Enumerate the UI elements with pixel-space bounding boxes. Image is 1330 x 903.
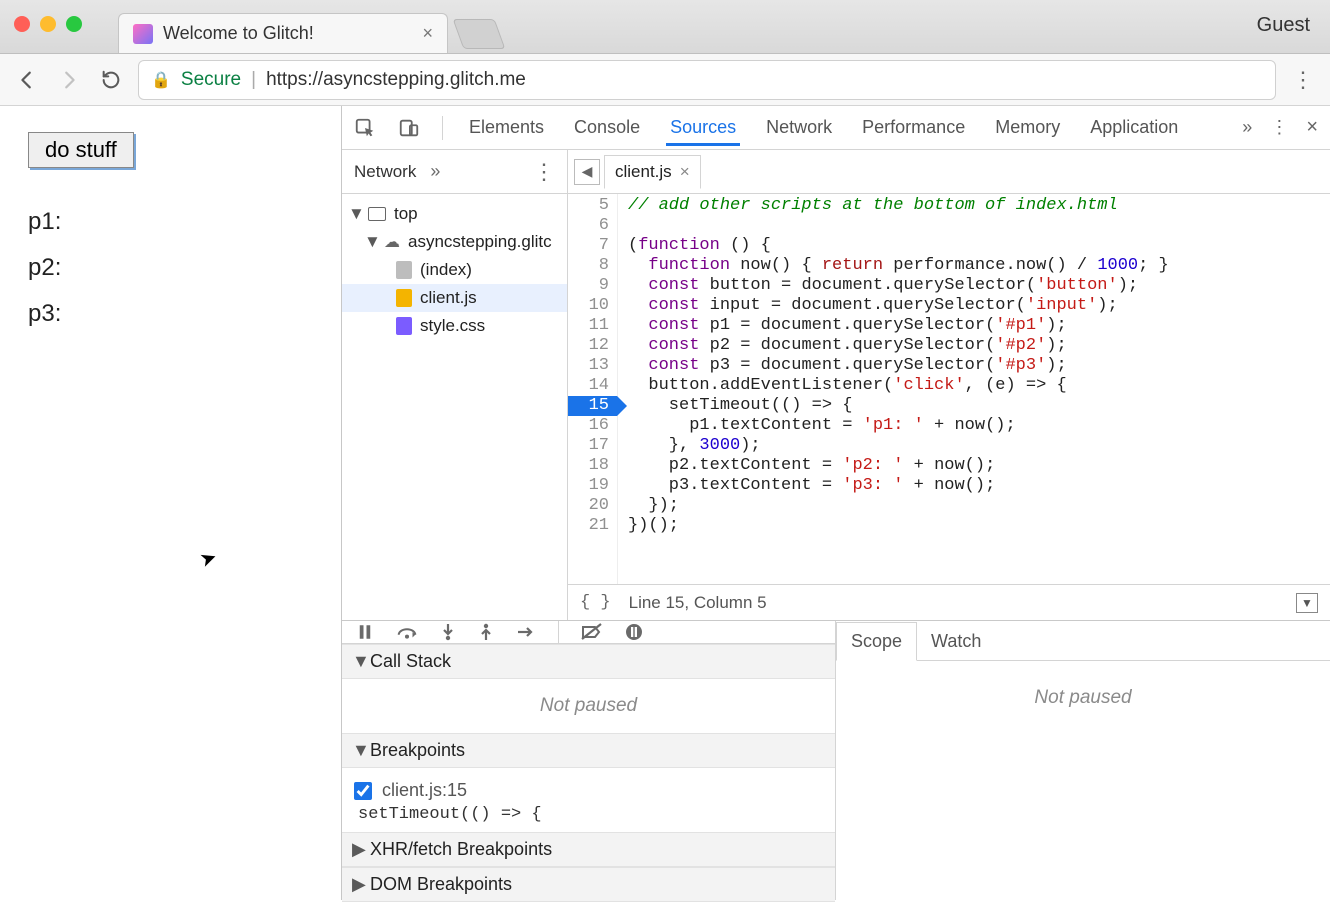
debugger-drawer: ▼Call Stack Not paused ▼Breakpoints clie… <box>342 620 1330 900</box>
window-titlebar: Welcome to Glitch! × Guest <box>0 0 1330 54</box>
watch-tab[interactable]: Watch <box>917 623 995 660</box>
pause-on-exceptions-button[interactable] <box>625 623 643 641</box>
deactivate-breakpoints-button[interactable] <box>581 623 603 641</box>
devtools-panel: Elements Console Sources Network Perform… <box>342 106 1330 900</box>
secure-label: Secure <box>181 69 241 91</box>
browser-tab[interactable]: Welcome to Glitch! × <box>118 13 448 53</box>
xhr-breakpoints-header[interactable]: ▶XHR/fetch Breakpoints <box>342 832 835 867</box>
step-out-button[interactable] <box>478 623 494 641</box>
tab-console[interactable]: Console <box>570 109 644 146</box>
call-stack-header[interactable]: ▼Call Stack <box>342 644 835 679</box>
new-tab-button[interactable] <box>453 19 506 49</box>
tab-memory[interactable]: Memory <box>991 109 1064 146</box>
scope-state: Not paused <box>836 661 1330 900</box>
tab-elements[interactable]: Elements <box>465 109 548 146</box>
tab-network[interactable]: Network <box>762 109 836 146</box>
editor-tab-clientjs[interactable]: client.js × <box>604 155 701 189</box>
more-tabs-button[interactable]: » <box>1242 117 1252 138</box>
p3-text: p3: <box>28 300 313 328</box>
breakpoint-code-preview: setTimeout(() => { <box>354 805 823 824</box>
file-icon <box>396 261 412 279</box>
call-stack-state: Not paused <box>342 679 835 733</box>
p2-text: p2: <box>28 254 313 282</box>
dom-breakpoints-header[interactable]: ▶DOM Breakpoints <box>342 867 835 902</box>
cursor-position: Line 15, Column 5 <box>629 593 767 613</box>
tree-file-index[interactable]: (index) <box>342 256 567 284</box>
tab-application[interactable]: Application <box>1086 109 1182 146</box>
pause-button[interactable] <box>356 623 374 641</box>
line-gutter[interactable]: 56789101112131415161718192021 <box>568 194 618 584</box>
file-icon <box>396 289 412 307</box>
address-bar[interactable]: 🔒 Secure | https://asyncstepping.glitch.… <box>138 60 1276 100</box>
cloud-icon: ☁ <box>384 232 400 252</box>
frame-icon <box>368 207 386 221</box>
profile-label[interactable]: Guest <box>1257 14 1310 37</box>
scope-tab[interactable]: Scope <box>836 622 917 661</box>
breakpoints-header[interactable]: ▼Breakpoints <box>342 733 835 768</box>
devtools-menu-button[interactable]: ⋮ <box>1270 117 1288 138</box>
cursor-icon: ➤ <box>196 544 220 573</box>
devtools-close-button[interactable]: × <box>1306 116 1318 139</box>
sources-navigator: Network » ⋮ ▼ top ▼ ☁ asyncstepping.glit… <box>342 150 568 620</box>
inspect-element-icon[interactable] <box>354 117 376 139</box>
code-editor: ◀ client.js × 56789101112131415161718192… <box>568 150 1330 620</box>
code-viewport[interactable]: 56789101112131415161718192021 // add oth… <box>568 194 1330 584</box>
tree-file-clientjs[interactable]: client.js <box>342 284 567 312</box>
breakpoint-item[interactable]: client.js:15 <box>354 776 823 805</box>
pretty-print-button[interactable]: { } <box>580 593 611 612</box>
window-controls <box>14 16 82 32</box>
browser-toolbar: 🔒 Secure | https://asyncstepping.glitch.… <box>0 54 1330 106</box>
tab-title: Welcome to Glitch! <box>163 23 314 44</box>
editor-dropdown-button[interactable]: ▼ <box>1296 593 1318 613</box>
minimize-window-button[interactable] <box>40 16 56 32</box>
forward-button <box>54 65 84 95</box>
file-icon <box>396 317 412 335</box>
url-text: https://asyncstepping.glitch.me <box>266 69 526 91</box>
nav-tab-network[interactable]: Network <box>354 162 416 182</box>
step-over-button[interactable] <box>396 623 418 641</box>
divider <box>442 116 443 140</box>
tree-file-stylecss[interactable]: style.css <box>342 312 567 340</box>
tree-domain[interactable]: ▼ ☁ asyncstepping.glitc <box>342 228 567 256</box>
page-viewport: do stuff p1: p2: p3: ➤ <box>0 106 342 900</box>
close-editor-tab[interactable]: × <box>680 162 690 182</box>
devtools-tabbar: Elements Console Sources Network Perform… <box>342 106 1330 150</box>
url-separator: | <box>251 69 256 91</box>
maximize-window-button[interactable] <box>66 16 82 32</box>
lock-icon: 🔒 <box>151 70 171 90</box>
nav-menu-button[interactable]: ⋮ <box>533 159 555 185</box>
tab-sources[interactable]: Sources <box>666 109 740 146</box>
toggle-navigator-button[interactable]: ◀ <box>574 159 600 185</box>
step-button[interactable] <box>516 624 536 640</box>
tab-performance[interactable]: Performance <box>858 109 969 146</box>
p1-text: p1: <box>28 208 313 236</box>
breakpoint-checkbox[interactable] <box>354 782 372 800</box>
divider <box>558 621 559 643</box>
nav-more-tabs[interactable]: » <box>430 161 440 182</box>
close-window-button[interactable] <box>14 16 30 32</box>
device-toolbar-icon[interactable] <box>398 117 420 139</box>
browser-menu-button[interactable]: ⋮ <box>1288 67 1318 93</box>
back-button[interactable] <box>12 65 42 95</box>
editor-statusbar: { } Line 15, Column 5 ▼ <box>568 584 1330 620</box>
code-text[interactable]: // add other scripts at the bottom of in… <box>618 194 1169 584</box>
debugger-toolbar <box>342 621 835 644</box>
close-tab-button[interactable]: × <box>422 23 433 44</box>
step-into-button[interactable] <box>440 623 456 641</box>
reload-button[interactable] <box>96 65 126 95</box>
tree-top[interactable]: ▼ top <box>342 200 567 228</box>
favicon-icon <box>133 24 153 44</box>
do-stuff-button[interactable]: do stuff <box>28 132 134 168</box>
